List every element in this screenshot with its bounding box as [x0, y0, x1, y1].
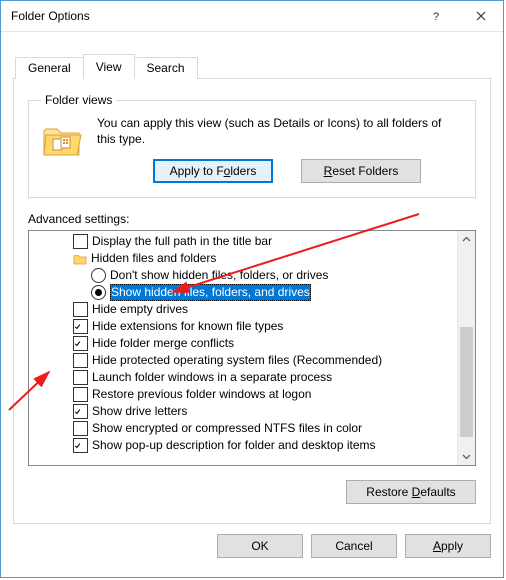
folder-views-group: Folder views You can apply thi: [28, 93, 476, 198]
folder-icon: [41, 119, 83, 161]
tree-item-label: Hidden files and folders: [91, 250, 216, 267]
tree-item-label: Show drive letters: [92, 403, 187, 420]
tree-item-label: Show encrypted or compressed NTFS files …: [92, 420, 362, 437]
svg-text:?: ?: [432, 11, 438, 22]
folder-views-legend: Folder views: [41, 93, 116, 107]
tree-item-label: Don't show hidden files, folders, or dri…: [110, 267, 328, 284]
apply-button[interactable]: Apply: [405, 534, 491, 558]
scrollbar[interactable]: [457, 231, 475, 465]
tab-view[interactable]: View: [83, 54, 135, 79]
checkbox-icon[interactable]: [73, 353, 88, 368]
scroll-down-icon[interactable]: [458, 448, 475, 465]
restore-defaults-button[interactable]: Restore Defaults: [346, 480, 476, 504]
tree-item-label: Restore previous folder windows at logon: [92, 386, 311, 403]
checkbox-icon[interactable]: [73, 234, 88, 249]
checkbox-icon[interactable]: [73, 387, 88, 402]
ok-button[interactable]: OK: [217, 534, 303, 558]
tree-item-ntfs-color[interactable]: Show encrypted or compressed NTFS files …: [31, 420, 457, 437]
folder-views-text: You can apply this view (such as Details…: [97, 115, 463, 147]
checkbox-icon[interactable]: [73, 302, 88, 317]
tabstrip: General View Search: [1, 32, 503, 78]
close-button[interactable]: [458, 1, 503, 31]
tree-item-dont-show-hidden[interactable]: Don't show hidden files, folders, or dri…: [31, 267, 457, 284]
tree-item-label: Show pop-up description for folder and d…: [92, 437, 376, 454]
radio-icon[interactable]: [91, 285, 106, 300]
folder-options-window: Folder Options ? General View Search Fol…: [0, 0, 504, 578]
tree-item-hide-protected[interactable]: Hide protected operating system files (R…: [31, 352, 457, 369]
scroll-up-icon[interactable]: [458, 231, 475, 248]
checkbox-icon[interactable]: [73, 438, 88, 453]
help-button[interactable]: ?: [413, 1, 458, 31]
tab-search[interactable]: Search: [134, 57, 198, 79]
tree-item-popup-desc[interactable]: Show pop-up description for folder and d…: [31, 437, 457, 454]
checkbox-icon[interactable]: [73, 404, 88, 419]
tree-item-label: Hide protected operating system files (R…: [92, 352, 382, 369]
advanced-settings-label: Advanced settings:: [28, 212, 476, 226]
tab-general[interactable]: General: [15, 57, 84, 79]
tree-item-label: Hide empty drives: [92, 301, 188, 318]
apply-to-folders-button[interactable]: Apply to Folders: [153, 159, 273, 183]
scroll-thumb[interactable]: [460, 327, 473, 437]
checkbox-icon[interactable]: [73, 370, 88, 385]
tree-group-hidden[interactable]: Hidden files and folders: [31, 250, 457, 267]
tree-item-drive-letters[interactable]: Show drive letters: [31, 403, 457, 420]
tree-item-label: Launch folder windows in a separate proc…: [92, 369, 332, 386]
checkbox-icon[interactable]: [73, 336, 88, 351]
tree-item-show-hidden[interactable]: Show hidden files, folders, and drives: [31, 284, 457, 301]
tree-item-restore-windows[interactable]: Restore previous folder windows at logon: [31, 386, 457, 403]
tree-item-hide-ext[interactable]: Hide extensions for known file types: [31, 318, 457, 335]
tree-item-label: Show hidden files, folders, and drives: [110, 284, 311, 301]
tree-item-label: Hide folder merge conflicts: [92, 335, 234, 352]
radio-icon[interactable]: [91, 268, 106, 283]
checkbox-icon[interactable]: [73, 421, 88, 436]
tab-panel-view: Folder views You can apply thi: [13, 78, 491, 524]
titlebar: Folder Options ?: [1, 1, 503, 32]
tree-item-hide-empty[interactable]: Hide empty drives: [31, 301, 457, 318]
checkbox-icon[interactable]: [73, 319, 88, 334]
window-title: Folder Options: [1, 9, 90, 23]
reset-folders-button[interactable]: Reset Folders: [301, 159, 421, 183]
tree-item-launch-separate[interactable]: Launch folder windows in a separate proc…: [31, 369, 457, 386]
folder-small-icon: [73, 252, 87, 266]
client-area: General View Search Folder views: [1, 32, 503, 577]
tree-viewport[interactable]: Display the full path in the title bar H…: [29, 231, 457, 465]
dialog-buttons: OK Cancel Apply: [1, 524, 503, 570]
window-controls: ?: [413, 1, 503, 31]
cancel-button[interactable]: Cancel: [311, 534, 397, 558]
tree-item-label: Hide extensions for known file types: [92, 318, 283, 335]
advanced-settings-tree: Display the full path in the title bar H…: [28, 230, 476, 466]
tree-item-full-path[interactable]: Display the full path in the title bar: [31, 233, 457, 250]
tree-item-hide-merge[interactable]: Hide folder merge conflicts: [31, 335, 457, 352]
tree-item-label: Display the full path in the title bar: [92, 233, 272, 250]
